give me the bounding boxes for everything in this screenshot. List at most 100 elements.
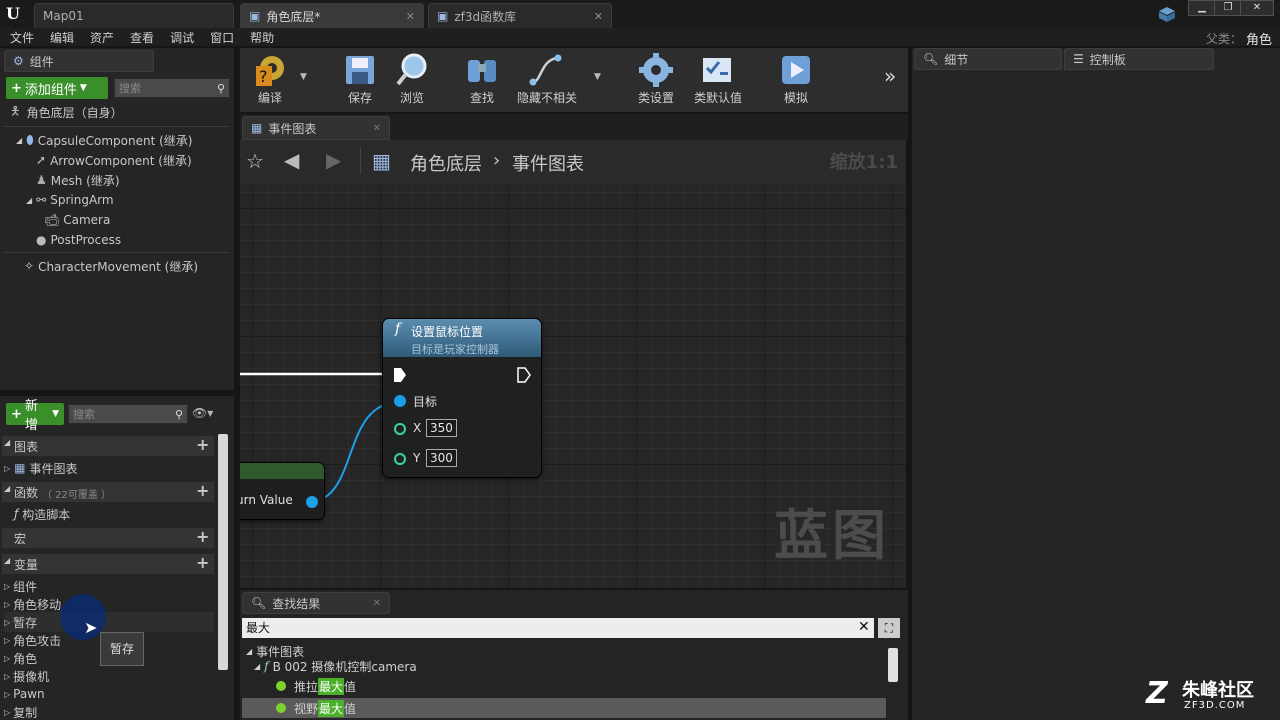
x-pin[interactable] <box>394 423 406 435</box>
close-window-button[interactable]: ✕ <box>1240 0 1274 16</box>
tree-item-capsule[interactable]: ◢ ⬮ CapsuleComponent (继承) <box>16 130 192 150</box>
variable-category[interactable]: ▷ 组件 <box>4 576 37 596</box>
target-pin[interactable] <box>394 395 406 407</box>
close-icon[interactable]: ✕ <box>406 10 415 23</box>
scrollbar-thumb[interactable] <box>218 434 228 670</box>
find-button[interactable]: 查找 <box>452 48 512 112</box>
breadcrumb-root[interactable]: 角色底层 <box>410 150 482 176</box>
menu-file[interactable]: 文件 <box>10 29 34 46</box>
section-label: 图表 <box>14 440 39 454</box>
function-item-construction-script[interactable]: ƒ 构造脚本 <box>14 504 70 524</box>
variable-category[interactable]: ▷ 暂存 <box>4 612 214 632</box>
tree-item-mesh[interactable]: ♟ Mesh (继承) <box>36 170 120 190</box>
parent-class-value[interactable]: 角色 <box>1246 29 1272 48</box>
close-icon[interactable]: ✕ <box>373 123 381 134</box>
maximize-button[interactable]: ❐ <box>1214 0 1242 16</box>
browse-button[interactable]: 浏览 <box>382 48 442 112</box>
add-component-button[interactable]: + 添加组件 ▼ <box>6 77 108 99</box>
add-variable-button[interactable]: + <box>196 553 209 572</box>
site-logo-name: 朱峰社区 <box>1182 680 1254 701</box>
tab-find-results[interactable]: 🔍︎ 查找结果 ✕ <box>242 592 390 614</box>
menu-window[interactable]: 窗口 <box>210 29 234 46</box>
visibility-eye-icon[interactable]: 👁︎▾ <box>192 406 224 422</box>
capsule-icon: ⬮ <box>26 132 34 147</box>
variable-category[interactable]: ▷ Pawn <box>4 684 45 704</box>
class-settings-button[interactable]: 类设置 <box>626 48 686 112</box>
variable-category[interactable]: ▷ 角色 <box>4 648 37 668</box>
find-in-all-binoculars-icon[interactable]: ⛶ <box>878 618 900 638</box>
component-root[interactable]: 🯅 角色底层（自身） <box>10 102 123 122</box>
favorite-star-icon[interactable]: ☆ <box>246 149 264 173</box>
variable-category[interactable]: ▷ 角色移动 <box>4 594 61 614</box>
source-control-icon[interactable] <box>1158 5 1176 23</box>
variable-category[interactable]: ▷ 复制 <box>4 702 37 720</box>
graph-item-event-graph[interactable]: ▷ ▦ 事件图表 <box>4 458 78 478</box>
tab-map01[interactable]: Map01 <box>34 3 234 28</box>
y-pin[interactable] <box>394 453 406 465</box>
find-query-input[interactable]: 最大 <box>242 618 874 638</box>
x-value-input[interactable]: 350 <box>426 419 457 437</box>
chevron-down-icon[interactable]: ▼ <box>594 72 601 82</box>
minimize-button[interactable]: ▁ <box>1188 0 1216 16</box>
override-count: （ 22可覆盖 ） <box>42 490 112 501</box>
close-icon[interactable]: ✕ <box>373 598 381 609</box>
hide-unrelated-button[interactable]: 隐藏不相关 <box>512 48 582 112</box>
add-macro-button[interactable]: + <box>196 527 209 546</box>
menu-asset[interactable]: 资产 <box>90 29 114 46</box>
result-function[interactable]: ◢ f B 002 摄像机控制camera <box>254 656 886 676</box>
variable-category[interactable]: ▷ 摄像机 <box>4 666 49 686</box>
toolbar-overflow-icon[interactable]: » <box>884 64 896 88</box>
menu-view[interactable]: 查看 <box>130 29 154 46</box>
set-mouse-position-node[interactable]: f 设置鼠标位置 目标是玩家控制器 目标 X 350 Y 300 <box>383 319 541 477</box>
tree-item-arrow[interactable]: ➚ ArrowComponent (继承) <box>36 150 192 170</box>
simulate-button[interactable]: 模拟 <box>766 48 826 112</box>
mesh-icon: ♟ <box>36 173 47 187</box>
forward-arrow-icon[interactable]: ▶ <box>326 148 341 172</box>
tab-details[interactable]: 🔍︎ 细节 <box>914 48 1062 70</box>
tab-event-graph[interactable]: ▦ 事件图表 ✕ <box>242 116 390 140</box>
tooltip: 暂存 <box>100 632 144 666</box>
exec-in-pin[interactable] <box>393 367 407 383</box>
section-graphs[interactable]: ◢ 图表 + <box>2 435 214 456</box>
class-defaults-button[interactable]: 类默认值 <box>686 48 750 112</box>
result-pre: 推拉 <box>294 679 319 694</box>
menu-debug[interactable]: 调试 <box>170 29 194 46</box>
tree-item-postprocess[interactable]: ● PostProcess <box>36 230 121 250</box>
tree-item-charmovement[interactable]: ✧ CharacterMovement (继承) <box>24 256 198 276</box>
add-function-button[interactable]: + <box>196 481 209 500</box>
variable-category[interactable]: ▷ 角色攻击 <box>4 630 61 650</box>
tree-item-camera[interactable]: 📹︎ Camera <box>44 210 110 230</box>
chevron-down-icon: ▼ <box>79 83 87 93</box>
result-item-selected[interactable]: 视野 最大 值 <box>242 698 886 718</box>
add-graph-button[interactable]: + <box>196 435 209 454</box>
section-functions[interactable]: ◢ 函数 （ 22可覆盖 ） + <box>2 481 214 502</box>
components-search-input[interactable]: 搜索 ⚲ <box>114 78 230 98</box>
menu-edit[interactable]: 编辑 <box>50 29 74 46</box>
close-icon[interactable]: ✕ <box>594 10 603 23</box>
results-scrollbar-thumb[interactable] <box>888 648 898 682</box>
compile-button[interactable]: ? 编译 <box>240 48 300 112</box>
return-value-pin[interactable] <box>306 496 318 508</box>
new-button[interactable]: + 新增 ▼ <box>6 399 64 433</box>
blueprint-graph-canvas[interactable]: urn Value f 设置鼠标位置 目标是玩家控制器 目标 X 350 Y 3… <box>240 184 906 588</box>
menu-help[interactable]: 帮助 <box>250 29 274 46</box>
chevron-down-icon[interactable]: ▼ <box>300 72 307 82</box>
y-value-input[interactable]: 300 <box>426 449 457 467</box>
y-label: Y <box>413 451 421 465</box>
x-label: X <box>413 421 422 435</box>
exec-out-pin[interactable] <box>517 367 531 383</box>
section-variables[interactable]: ◢ 变量 + <box>2 553 214 574</box>
event-graph-icon: ▦ <box>251 121 263 135</box>
clear-search-icon[interactable]: ✕ <box>858 619 870 635</box>
back-arrow-icon[interactable]: ◀ <box>284 148 299 172</box>
section-macros[interactable]: 宏 + <box>2 527 214 548</box>
tab-zf3d-library[interactable]: ▣ zf3d函数库 ✕ <box>428 3 612 28</box>
get-controller-node[interactable]: urn Value <box>240 463 324 519</box>
tab-components[interactable]: ⚙ 组件 <box>4 50 154 72</box>
tab-dashboard[interactable]: ☰ 控制板 <box>1064 48 1214 70</box>
blueprint-search-input[interactable]: 搜索 ⚲ <box>68 404 188 424</box>
result-item[interactable]: 推拉 最大 值 <box>276 676 886 696</box>
tab-character-base[interactable]: ▣ 角色底层* ✕ <box>240 3 424 28</box>
tree-item-springarm[interactable]: ◢ ⚯ SpringArm <box>26 190 114 210</box>
save-button[interactable]: 保存 <box>330 48 390 112</box>
